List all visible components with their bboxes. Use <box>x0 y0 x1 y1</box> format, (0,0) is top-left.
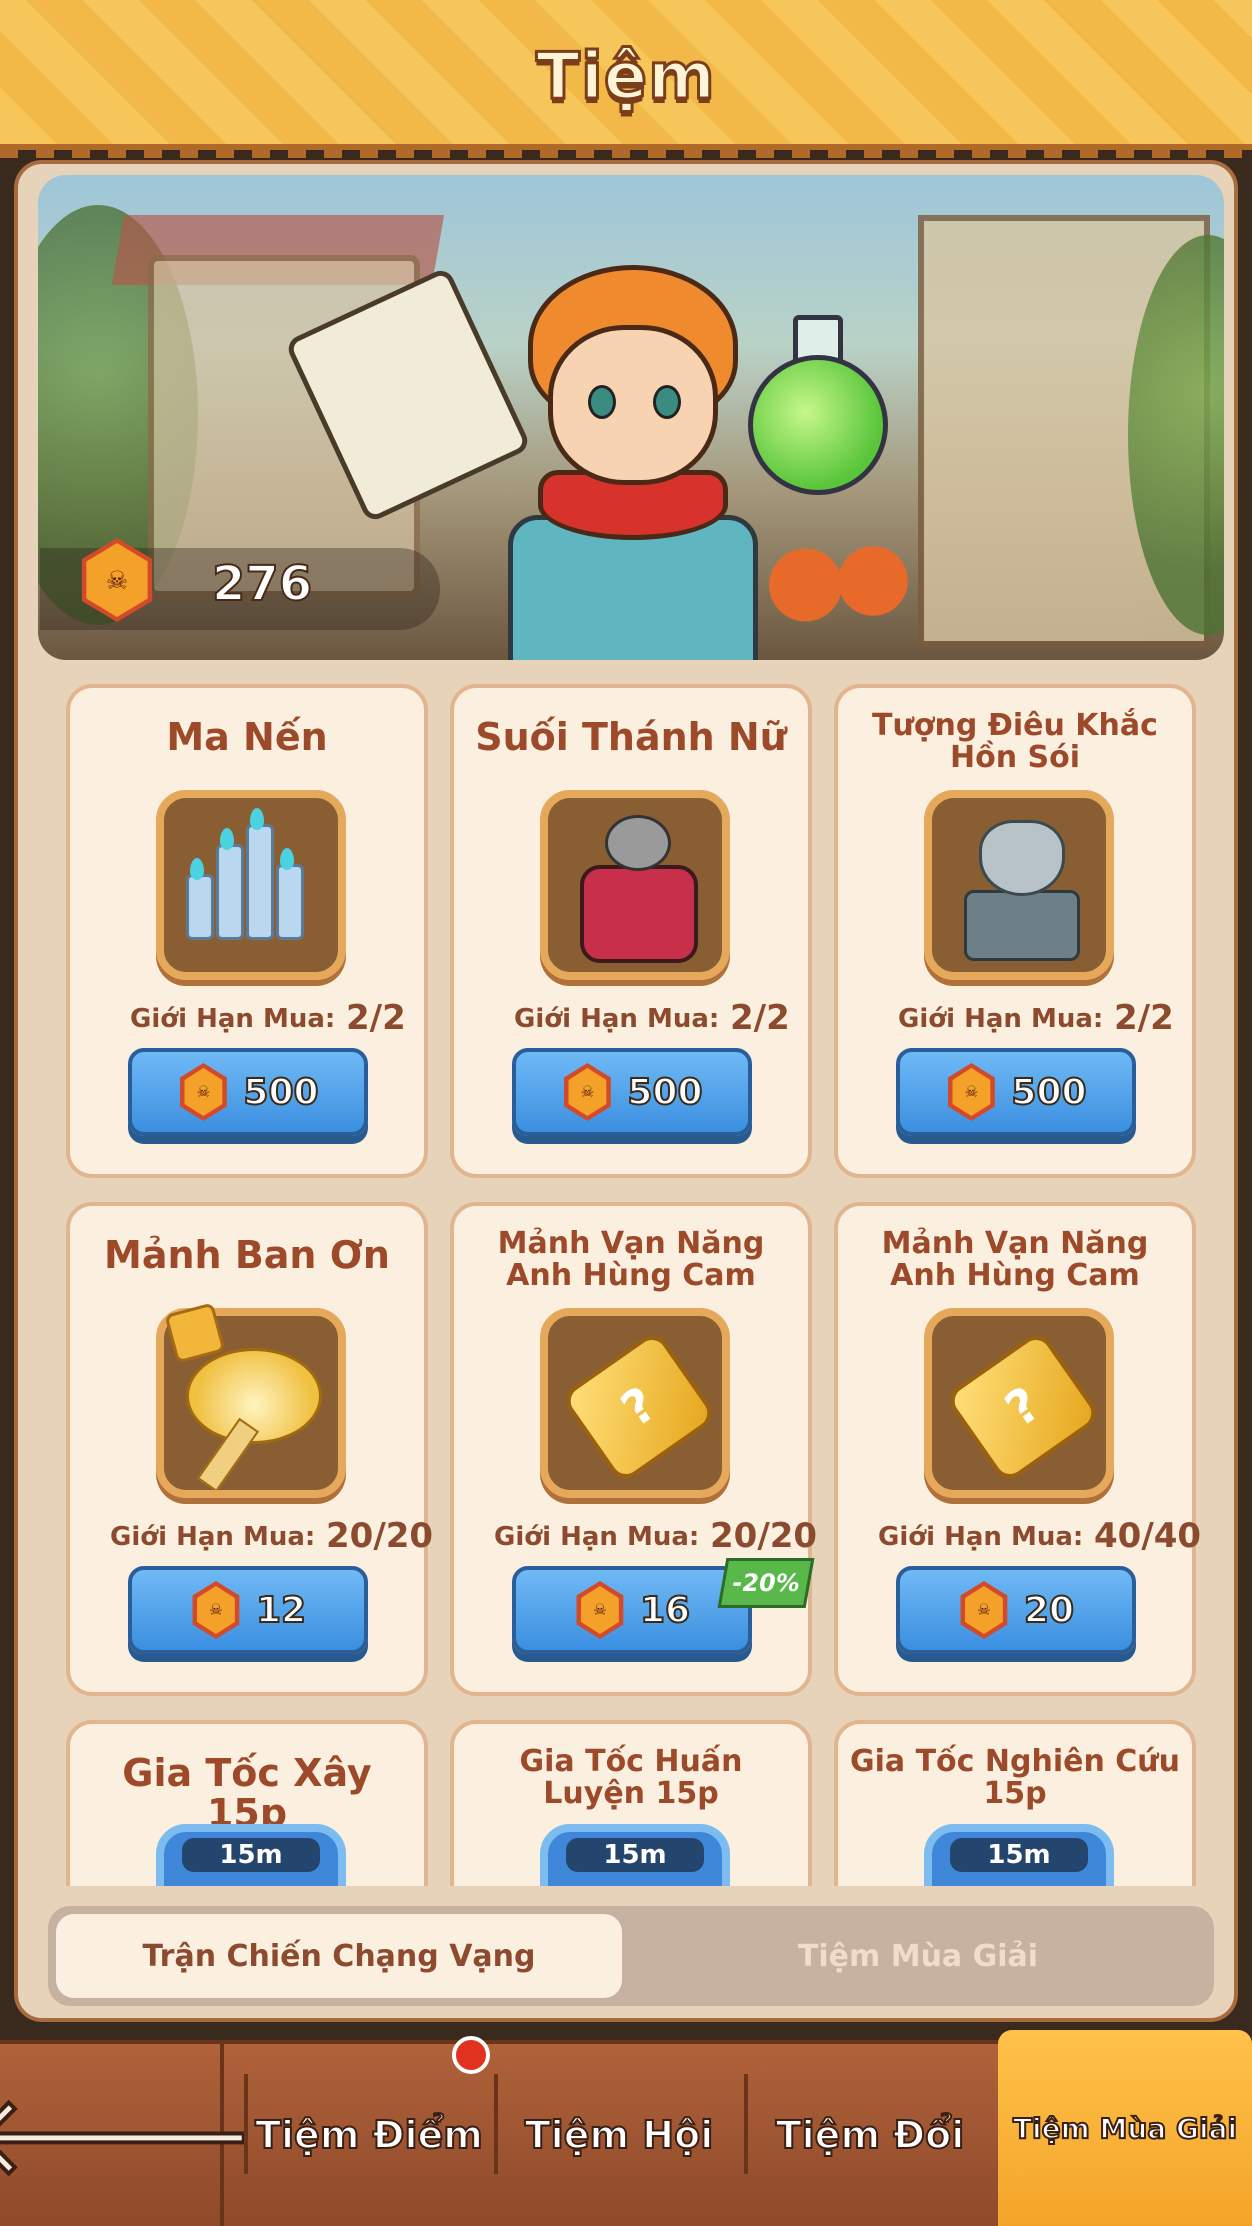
back-arrow-icon: 🡐 <box>0 2071 259 2199</box>
universal-shard-icon: ? <box>924 1308 1114 1498</box>
header-bar: Tiệm <box>0 0 1252 158</box>
holy-well-icon <box>540 790 730 980</box>
speedup-duration: 15m <box>950 1838 1088 1872</box>
limit-value: 20/20 <box>326 1516 434 1556</box>
limit-label: Giới Hạn Mua: <box>494 1522 700 1552</box>
speedup-icon: 15m » <box>924 1824 1114 1886</box>
tab-guild-shop[interactable]: Tiệm Hội <box>500 2044 738 2226</box>
price: 12 <box>255 1589 307 1632</box>
shop-item-card[interactable]: Gia Tốc Huấn Luyện 15p 15m » <box>450 1720 812 1886</box>
buy-button[interactable]: ☠ 500 <box>896 1048 1136 1136</box>
fruit-decoration <box>768 545 918 625</box>
hero-character <box>468 255 798 660</box>
limit-value: 2/2 <box>1114 998 1174 1038</box>
limit-label: Giới Hạn Mua: <box>130 1004 336 1034</box>
skull-token-icon: ☠ <box>564 1063 611 1121</box>
tab-points-shop[interactable]: Tiệm Điểm <box>250 2044 488 2226</box>
shop-item-card[interactable]: Ma Nến Giới Hạn Mua: 2/2 ☠ 500 <box>66 684 428 1178</box>
item-title: Gia Tốc Nghiên Cứu 15p <box>850 1744 1180 1811</box>
page-title: Tiệm <box>535 39 717 116</box>
back-button[interactable]: 🡐 <box>0 2044 259 2226</box>
discount-badge: -20% <box>717 1558 815 1608</box>
item-title: Tượng Điêu Khắc Hồn Sói <box>872 708 1158 775</box>
skull-token-icon: ☠ <box>960 1581 1008 1639</box>
limit-label: Giới Hạn Mua: <box>878 1522 1084 1552</box>
divider <box>244 2074 248 2174</box>
skull-token-icon: ☠ <box>576 1581 624 1639</box>
skull-token-icon: ☠ <box>948 1063 995 1121</box>
currency-amount: 276 <box>211 555 313 613</box>
price: 500 <box>242 1071 319 1114</box>
divider <box>744 2074 748 2174</box>
limit-label: Giới Hạn Mua: <box>898 1004 1104 1034</box>
item-title: Ma Nến <box>166 715 328 759</box>
shop-item-card[interactable]: Gia Tốc Nghiên Cứu 15p 15m » <box>834 1720 1196 1886</box>
shop-item-card[interactable]: Tượng Điêu Khắc Hồn Sói Giới Hạn Mua: 2/… <box>834 684 1196 1178</box>
wolf-statue-icon <box>924 790 1114 980</box>
price: 500 <box>626 1071 703 1114</box>
limit-value: 40/40 <box>1094 1516 1202 1556</box>
shop-item-card[interactable]: Mảnh Vạn Năng Anh Hùng Cam ? Giới Hạn Mu… <box>450 1202 817 1696</box>
item-title: Mảnh Vạn Năng Anh Hùng Cam <box>881 1226 1149 1293</box>
limit-value: 20/20 <box>710 1516 818 1556</box>
buy-button[interactable]: ☠ 12 <box>128 1566 368 1654</box>
item-title: Gia Tốc Huấn Luyện 15p <box>519 1744 743 1811</box>
bottom-nav: 🡐 Tiệm Điểm Tiệm Hội Tiệm Đổi Tiệm Mùa G… <box>0 2030 1252 2226</box>
limit-value: 2/2 <box>730 998 790 1038</box>
buy-button[interactable]: ☠ 16 <box>512 1566 752 1654</box>
buy-button[interactable]: ☠ 500 <box>128 1048 368 1136</box>
speedup-icon: 15m » <box>540 1824 730 1886</box>
speedup-duration: 15m <box>566 1838 704 1872</box>
candles-icon <box>156 790 346 980</box>
item-title: Suối Thánh Nữ <box>475 715 787 759</box>
divider <box>494 2074 498 2174</box>
skull-token-icon: ☠ <box>180 1063 227 1121</box>
item-title: Mảnh Ban Ơn <box>104 1233 390 1277</box>
price: 500 <box>1010 1071 1087 1114</box>
shop-item-card[interactable]: Gia Tốc Xây 15p 15m » <box>66 1720 428 1886</box>
universal-shard-icon: ? <box>540 1308 730 1498</box>
price: 16 <box>639 1589 691 1632</box>
tab-twilight-battle[interactable]: Trận Chiến Chạng Vạng <box>56 1914 622 1998</box>
tab-exchange-shop[interactable]: Tiệm Đổi <box>750 2044 990 2226</box>
item-grid: Ma Nến Giới Hạn Mua: 2/2 ☠ 500 Suối Thán… <box>38 670 1224 1886</box>
buy-button[interactable]: ☠ 500 <box>512 1048 752 1136</box>
item-title: Gia Tốc Xây 15p <box>122 1751 372 1835</box>
item-title: Mảnh Vạn Năng Anh Hùng Cam <box>497 1226 765 1293</box>
limit-label: Giới Hạn Mua: <box>514 1004 720 1034</box>
shop-item-card[interactable]: Mảnh Ban Ơn Giới Hạn Mua: 20/20 ☠ 12 <box>66 1202 433 1696</box>
notification-dot <box>452 2036 490 2074</box>
shop-item-card[interactable]: Suối Thánh Nữ Giới Hạn Mua: 2/2 ☠ 500 <box>450 684 812 1178</box>
skull-token-icon: ☠ <box>192 1581 240 1639</box>
limit-label: Giới Hạn Mua: <box>110 1522 316 1552</box>
shop-subtabs: Trận Chiến Chạng Vạng Tiệm Mùa Giải <box>48 1906 1214 2006</box>
speedup-icon: 15m » <box>156 1824 346 1886</box>
price: 20 <box>1023 1589 1075 1632</box>
tab-season-shop-nav[interactable]: Tiệm Mùa Giải <box>998 2030 1252 2226</box>
tab-season-shop[interactable]: Tiệm Mùa Giải <box>630 1914 1206 1998</box>
buy-button[interactable]: ☠ 20 <box>896 1566 1136 1654</box>
potion-decoration <box>748 355 888 495</box>
speedup-duration: 15m <box>182 1838 320 1872</box>
shop-item-card[interactable]: Mảnh Vạn Năng Anh Hùng Cam ? Giới Hạn Mu… <box>834 1202 1201 1696</box>
limit-value: 2/2 <box>346 998 406 1038</box>
